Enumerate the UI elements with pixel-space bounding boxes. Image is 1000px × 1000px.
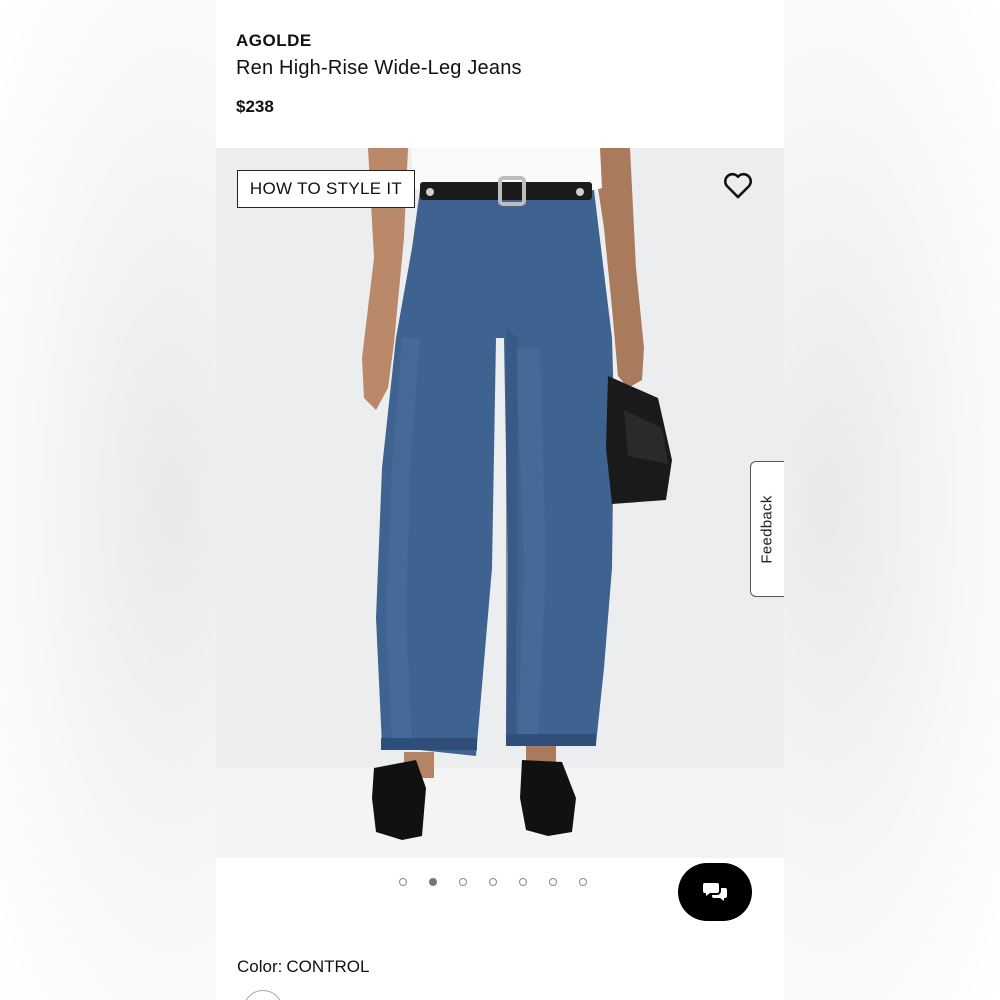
feedback-label: Feedback: [759, 494, 776, 564]
pagination-dot[interactable]: [489, 878, 497, 886]
color-label: Color:: [237, 957, 283, 976]
product-page: AGOLDE Ren High-Rise Wide-Leg Jeans $238: [216, 0, 784, 1000]
product-photo: [362, 148, 672, 840]
background-blur-left: [0, 0, 216, 1000]
pagination-dot-active[interactable]: [429, 878, 437, 886]
pagination-dot[interactable]: [519, 878, 527, 886]
pagination-dot[interactable]: [399, 878, 407, 886]
chat-bubbles-icon: [703, 883, 727, 901]
chat-button[interactable]: [678, 863, 752, 921]
heart-outline-icon[interactable]: [721, 168, 755, 202]
background-blur-right: [784, 0, 1000, 1000]
color-swatch[interactable]: [243, 990, 283, 1000]
how-to-style-it-button[interactable]: HOW TO STYLE IT: [237, 170, 415, 208]
product-image-gallery[interactable]: HOW TO STYLE IT Feedback: [216, 148, 784, 858]
product-header: AGOLDE Ren High-Rise Wide-Leg Jeans $238: [216, 0, 784, 148]
color-value: CONTROL: [286, 957, 370, 976]
pagination-dot[interactable]: [459, 878, 467, 886]
pagination-dot[interactable]: [579, 878, 587, 886]
color-selector: Color: CONTROL: [237, 957, 369, 977]
product-price: $238: [236, 97, 274, 116]
pagination-dot[interactable]: [549, 878, 557, 886]
feedback-tab[interactable]: Feedback: [750, 461, 784, 597]
product-title: Ren High-Rise Wide-Leg Jeans: [236, 57, 522, 79]
gallery-pagination: [399, 878, 587, 886]
brand-name[interactable]: AGOLDE: [236, 31, 312, 51]
